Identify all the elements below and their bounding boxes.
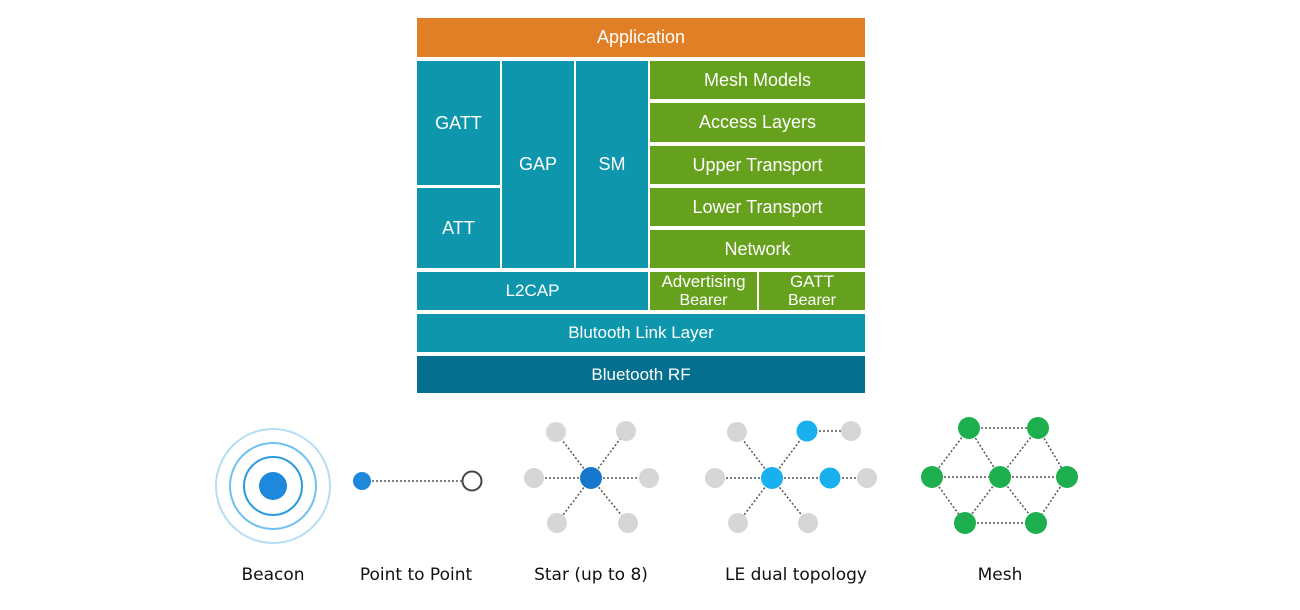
- mesh-node: [954, 512, 976, 534]
- le-dual-peripheral-node: [857, 468, 877, 488]
- mesh-node: [1027, 417, 1049, 439]
- gatt-bearer-line1: GATT: [789, 272, 835, 291]
- le-dual-peripheral-node: [727, 422, 747, 442]
- beacon-icon: [215, 428, 331, 544]
- mesh-nodes: [921, 417, 1078, 534]
- topology-illustrations: [215, 417, 1078, 544]
- star-peripheral-node: [639, 468, 659, 488]
- le-dual-central-node: [761, 467, 783, 489]
- gatt-bearer-layer: GATT Bearer: [759, 272, 865, 310]
- application-layer: Application: [417, 18, 865, 57]
- star-peripheral-node: [546, 422, 566, 442]
- star-peripheral-node: [547, 513, 567, 533]
- sm-layer: SM: [576, 61, 648, 268]
- star-peripheral-node: [618, 513, 638, 533]
- le-dual-peripheral-node: [728, 513, 748, 533]
- gap-layer: GAP: [502, 61, 574, 268]
- star-caption: Star (up to 8): [534, 565, 648, 585]
- lower-transport-layer: Lower Transport: [650, 188, 865, 226]
- advertising-bearer-line2: Bearer: [679, 292, 728, 309]
- star-central-node: [580, 467, 602, 489]
- mesh-models-layer: Mesh Models: [650, 61, 865, 99]
- p2p-target-node: [461, 470, 483, 492]
- beacon-caption: Beacon: [241, 565, 305, 585]
- point-to-point-icon: [353, 470, 483, 492]
- advertising-bearer-line1: Advertising: [661, 272, 746, 291]
- network-layer: Network: [650, 230, 865, 268]
- mesh-node: [1056, 466, 1078, 488]
- rf-layer: Bluetooth RF: [417, 356, 865, 393]
- mesh-node: [958, 417, 980, 439]
- mesh-node: [1025, 512, 1047, 534]
- link-layer: Blutooth Link Layer: [417, 314, 865, 352]
- access-layers-layer: Access Layers: [650, 103, 865, 142]
- le-dual-relay-node: [796, 420, 818, 442]
- p2p-source-node: [353, 472, 371, 490]
- beacon-node: [259, 472, 287, 500]
- upper-transport-layer: Upper Transport: [650, 146, 865, 184]
- le-dual-links: [715, 430, 867, 524]
- gatt-bearer-line2: Bearer: [787, 292, 837, 309]
- point-to-point-caption: Point to Point: [359, 565, 473, 585]
- star-peripheral-node: [524, 468, 544, 488]
- gatt-layer: GATT: [417, 61, 500, 185]
- att-layer: ATT: [417, 188, 500, 268]
- le-dual-peripheral-node: [841, 421, 861, 441]
- le-dual-peripheral-node: [705, 468, 725, 488]
- le-dual-nodes: [705, 420, 877, 533]
- le-dual-caption: LE dual topology: [725, 565, 867, 585]
- star-nodes: [524, 421, 659, 533]
- le-dual-relay-node: [819, 467, 841, 489]
- mesh-node: [921, 466, 943, 488]
- mesh-caption: Mesh: [977, 565, 1023, 585]
- advertising-bearer-layer: Advertising Bearer: [650, 272, 757, 310]
- star-peripheral-node: [616, 421, 636, 441]
- l2cap-layer: L2CAP: [417, 272, 648, 310]
- le-dual-peripheral-node: [798, 513, 818, 533]
- mesh-node: [989, 466, 1011, 488]
